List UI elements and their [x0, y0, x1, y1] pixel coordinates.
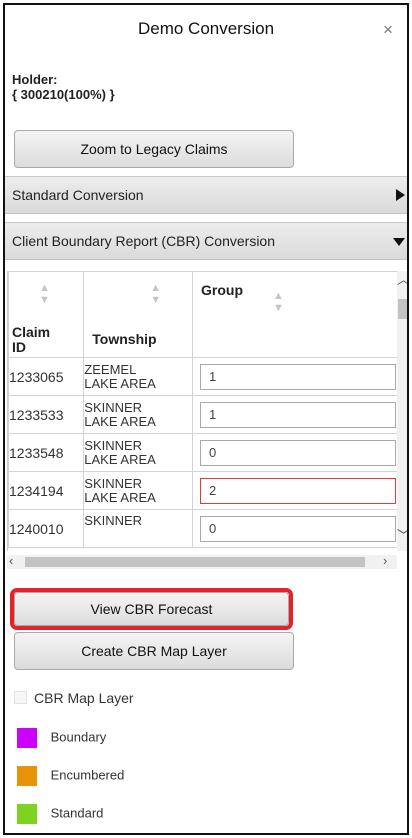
claim-id-cell: 1240010	[8, 509, 85, 548]
township-line1: SKINNER	[84, 399, 143, 415]
boundary-swatch	[17, 728, 37, 748]
group-cell	[192, 357, 398, 396]
accordion-cbr-conversion[interactable]: Client Boundary Report (CBR) Conversion	[5, 222, 407, 260]
sort-icon: ▲ ▼	[273, 290, 284, 314]
legend-label: Encumbered	[50, 767, 125, 783]
claims-grid: ▲ ▼ Claim ID ▲ ▼ Township Group ▲ ▼ 1233…	[7, 271, 398, 551]
group-input[interactable]	[200, 363, 397, 390]
zoom-legacy-claims-button[interactable]: Zoom to Legacy Claims	[14, 130, 294, 168]
vertical-scroll-thumb[interactable]	[398, 299, 407, 319]
chevron-down-icon[interactable]: ﹀	[397, 525, 407, 544]
sort-icon: ▲ ▼	[39, 282, 50, 306]
table-row: 1234194 SKINNER LAKE AREA	[8, 471, 398, 510]
column-header-group[interactable]: Group ▲ ▼	[192, 271, 398, 358]
table-row: 1233548 SKINNER LAKE AREA	[8, 433, 398, 472]
group-cell	[192, 509, 398, 548]
table-row: 1233065 ZEEMEL LAKE AREA	[8, 357, 398, 396]
conversion-dialog: Demo Conversion × Holder: { 300210(100%)…	[3, 3, 409, 835]
chevron-right-icon[interactable]: ›	[383, 553, 387, 568]
group-input[interactable]	[200, 515, 397, 542]
chevron-up-icon[interactable]: ︿	[397, 269, 407, 288]
claim-id-cell: 1233533	[8, 395, 85, 434]
claim-id-header-line1: Claim	[12, 324, 51, 340]
accordion-standard-label: Standard Conversion	[12, 187, 144, 203]
legend-item-boundary: Boundary	[17, 728, 106, 748]
township-line1: SKINNER	[84, 475, 143, 491]
township-line1: SKINNER	[84, 437, 143, 453]
caret-down-icon	[393, 238, 405, 246]
township-cell: SKINNER LAKE AREA	[83, 395, 194, 434]
cbr-map-layer-label: CBR Map Layer	[34, 690, 134, 706]
accordion-cbr-label: Client Boundary Report (CBR) Conversion	[12, 233, 275, 249]
group-cell	[192, 471, 398, 510]
dialog-title: Demo Conversion	[137, 19, 275, 38]
dialog-titlebar: Demo Conversion ×	[5, 5, 407, 61]
group-input[interactable]	[200, 439, 397, 466]
claim-id-cell: 1233065	[8, 357, 85, 396]
horizontal-scrollbar[interactable]: ‹ ›	[7, 553, 397, 569]
sort-icon: ▲ ▼	[150, 282, 162, 306]
encumbered-swatch	[17, 766, 37, 786]
legend-label: Standard	[50, 805, 104, 821]
group-input[interactable]	[200, 401, 397, 428]
holder-label: Holder:	[12, 72, 58, 87]
township-line2: LAKE AREA	[84, 489, 156, 505]
cbr-map-layer-checkbox[interactable]	[14, 691, 27, 704]
column-header-township[interactable]: ▲ ▼ Township	[83, 271, 194, 358]
township-cell: SKINNER	[83, 509, 194, 548]
holder-value: { 300210(100%) }	[12, 87, 115, 102]
standard-swatch	[17, 804, 37, 824]
group-cell	[192, 395, 398, 434]
group-cell	[192, 433, 398, 472]
column-header-claim-id[interactable]: ▲ ▼ Claim ID	[8, 271, 85, 358]
group-header-label: Group	[201, 282, 244, 298]
township-line1: SKINNER	[84, 513, 143, 528]
township-line1: ZEEMEL	[84, 361, 137, 377]
legend-label: Boundary	[50, 729, 107, 745]
township-line2: LAKE AREA	[84, 451, 156, 467]
create-cbr-map-layer-button[interactable]: Create CBR Map Layer	[14, 632, 294, 670]
holder-info: Holder: { 300210(100%) }	[12, 72, 115, 102]
view-cbr-forecast-button[interactable]: View CBR Forecast	[14, 592, 289, 626]
claim-id-header-line2: ID	[12, 339, 26, 355]
vertical-scrollbar[interactable]: ︿ ﹀	[397, 269, 407, 551]
township-cell: ZEEMEL LAKE AREA	[83, 357, 194, 396]
chevron-left-icon[interactable]: ‹	[9, 553, 13, 568]
close-icon[interactable]: ×	[383, 21, 393, 38]
township-line2: LAKE AREA	[84, 413, 156, 429]
caret-right-icon	[396, 189, 405, 201]
table-row: 1233533 SKINNER LAKE AREA	[8, 395, 398, 434]
legend-item-standard: Standard	[17, 804, 103, 824]
township-cell: SKINNER LAKE AREA	[83, 471, 194, 510]
township-header-label: Township	[92, 331, 157, 347]
claim-id-cell: 1234194	[8, 471, 85, 510]
claim-id-cell: 1233548	[8, 433, 85, 472]
legend-item-encumbered: Encumbered	[17, 766, 124, 786]
group-input[interactable]	[200, 477, 397, 504]
table-row: 1240010 SKINNER	[8, 509, 398, 548]
horizontal-scroll-thumb[interactable]	[25, 557, 365, 567]
accordion-standard-conversion[interactable]: Standard Conversion	[5, 176, 407, 214]
township-cell: SKINNER LAKE AREA	[83, 433, 194, 472]
township-line2: LAKE AREA	[84, 375, 156, 391]
